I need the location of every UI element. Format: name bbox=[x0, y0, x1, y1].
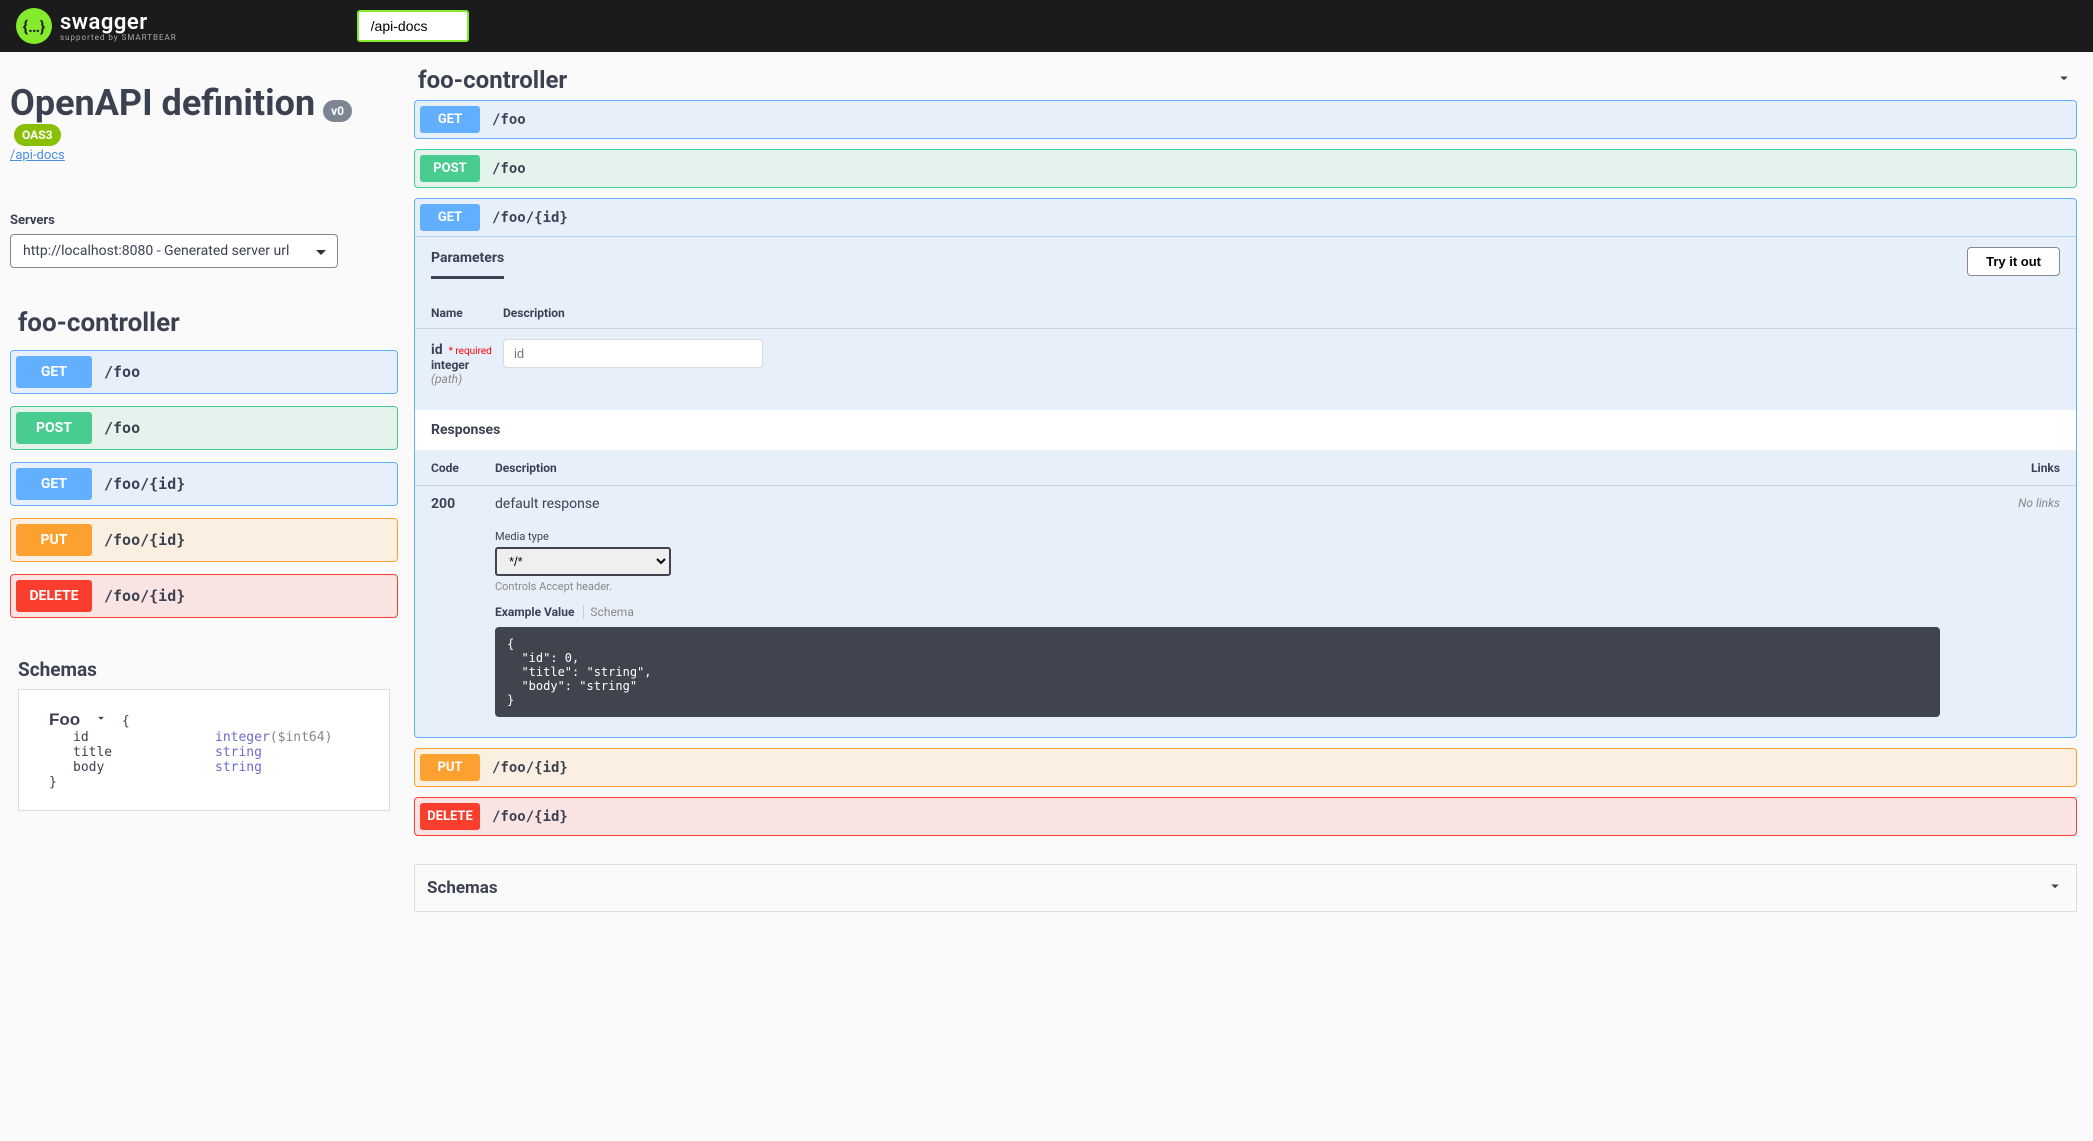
media-type-label: Media type bbox=[495, 530, 2000, 543]
chevron-down-icon[interactable] bbox=[94, 711, 108, 729]
schemas-box: Foo { idinteger($int64)titlestringbodyst… bbox=[18, 689, 390, 811]
schema-key: body bbox=[73, 760, 215, 775]
method-badge: PUT bbox=[420, 754, 480, 781]
opblock-summary[interactable]: GET/foo bbox=[415, 101, 2076, 138]
brand-text: swagger bbox=[60, 10, 177, 35]
resp-description: default response bbox=[495, 496, 2000, 512]
opblock-put-foo--id-[interactable]: PUT/foo/{id} bbox=[10, 518, 398, 562]
opblock-summary[interactable]: DELETE/foo/{id} bbox=[11, 575, 397, 617]
opblock-body: Parameters Try it out Name Description i… bbox=[415, 236, 2076, 737]
schemas-title-right: Schemas bbox=[427, 878, 2046, 898]
op-path: /foo bbox=[492, 112, 526, 128]
tab-parameters[interactable]: Parameters bbox=[431, 250, 504, 279]
method-badge: DELETE bbox=[420, 803, 480, 830]
opblock-summary[interactable]: PUT/foo/{id} bbox=[11, 519, 397, 561]
method-badge: GET bbox=[420, 204, 480, 231]
oas-badge: OAS3 bbox=[14, 124, 61, 146]
chevron-down-icon[interactable] bbox=[2055, 69, 2073, 91]
brace-close: } bbox=[49, 775, 359, 790]
op-path: /foo/{id} bbox=[104, 475, 185, 493]
tab-example-value[interactable]: Example Value bbox=[495, 605, 574, 619]
opblock-summary[interactable]: POST/foo bbox=[415, 150, 2076, 187]
example-code: { "id": 0, "title": "string", "body": "s… bbox=[495, 627, 1940, 717]
servers-select[interactable]: http://localhost:8080 - Generated server… bbox=[10, 234, 338, 268]
opblock-summary[interactable]: GET /foo/{id} bbox=[415, 199, 2076, 236]
right-panel: foo-controller GET/fooPOST/foo GET /foo/… bbox=[408, 52, 2093, 922]
method-badge: GET bbox=[420, 106, 480, 133]
opblock-post-foo[interactable]: POST/foo bbox=[10, 406, 398, 450]
schema-format: ($int64) bbox=[270, 730, 333, 745]
op-path: /foo bbox=[104, 419, 140, 437]
op-path: /foo/{id} bbox=[492, 760, 568, 776]
resp-code: 200 bbox=[431, 496, 495, 512]
method-badge: GET bbox=[16, 356, 92, 388]
opblock-post-foo[interactable]: POST/foo bbox=[414, 149, 2077, 188]
responses-label: Responses bbox=[415, 410, 2076, 451]
param-name: id bbox=[431, 342, 443, 358]
op-path: /foo/{id} bbox=[492, 809, 568, 825]
method-badge: PUT bbox=[16, 524, 92, 556]
schema-key: title bbox=[73, 745, 215, 760]
op-path: /foo/{id} bbox=[104, 531, 185, 549]
op-path: /foo/{id} bbox=[104, 587, 185, 605]
schema-key: id bbox=[73, 730, 215, 745]
schema-type: string bbox=[215, 760, 262, 775]
brace-open: { bbox=[122, 714, 130, 729]
controller-section-title-right[interactable]: foo-controller bbox=[418, 66, 2055, 94]
op-path: /foo bbox=[104, 363, 140, 381]
api-docs-link[interactable]: /api-docs bbox=[10, 148, 398, 163]
opblock-summary[interactable]: DELETE/foo/{id} bbox=[415, 798, 2076, 835]
opblock-summary[interactable]: PUT/foo/{id} bbox=[415, 749, 2076, 786]
opblock-summary[interactable]: GET/foo bbox=[11, 351, 397, 393]
col-links: Links bbox=[2000, 461, 2060, 475]
col-name: Name bbox=[431, 306, 503, 320]
col-description: Description bbox=[503, 306, 565, 320]
schemas-section-right[interactable]: Schemas bbox=[414, 864, 2077, 912]
op-path: /foo bbox=[492, 161, 526, 177]
opblock-delete-foo--id-[interactable]: DELETE/foo/{id} bbox=[10, 574, 398, 618]
param-in: (path) bbox=[431, 372, 503, 386]
version-badge: v0 bbox=[323, 100, 352, 122]
brand-subtext: supported by SMARTBEAR bbox=[60, 33, 177, 42]
opblock-get-foo[interactable]: GET/foo bbox=[414, 100, 2077, 139]
schemas-title[interactable]: Schemas bbox=[18, 658, 394, 681]
media-hint: Controls Accept header. bbox=[495, 580, 2000, 593]
left-panel: OpenAPI definition v0 OAS3 /api-docs Ser… bbox=[0, 52, 408, 922]
media-type-select[interactable]: */* bbox=[495, 547, 671, 576]
param-required: * required bbox=[449, 346, 492, 357]
opblock-delete-foo--id-[interactable]: DELETE/foo/{id} bbox=[414, 797, 2077, 836]
swagger-logo: {…} swagger supported by SMARTBEAR bbox=[16, 8, 177, 44]
schema-prop-id: idinteger($int64) bbox=[73, 730, 359, 745]
method-badge: POST bbox=[16, 412, 92, 444]
schema-prop-title: titlestring bbox=[73, 745, 359, 760]
opblock-get-foo[interactable]: GET/foo bbox=[10, 350, 398, 394]
method-badge: POST bbox=[420, 155, 480, 182]
col-desc: Description bbox=[495, 461, 2000, 475]
col-code: Code bbox=[431, 461, 495, 475]
schema-name[interactable]: Foo bbox=[49, 710, 80, 729]
docs-url-input[interactable] bbox=[357, 10, 469, 42]
opblock-put-foo--id-[interactable]: PUT/foo/{id} bbox=[414, 748, 2077, 787]
method-badge: DELETE bbox=[16, 580, 92, 612]
schema-prop-body: bodystring bbox=[73, 760, 359, 775]
api-title: OpenAPI definition bbox=[10, 82, 315, 124]
controller-section-title[interactable]: foo-controller bbox=[18, 308, 398, 338]
opblock-summary[interactable]: POST/foo bbox=[11, 407, 397, 449]
schema-type: string bbox=[215, 745, 262, 760]
opblock-summary[interactable]: GET/foo/{id} bbox=[11, 463, 397, 505]
param-id-input[interactable] bbox=[503, 339, 763, 368]
swagger-icon: {…} bbox=[16, 8, 52, 44]
opblock-get-foo--id-[interactable]: GET/foo/{id} bbox=[10, 462, 398, 506]
opblock-get-foo-id: GET /foo/{id} Parameters Try it out Name… bbox=[414, 198, 2077, 738]
no-links: No links bbox=[2000, 496, 2060, 510]
chevron-down-icon[interactable] bbox=[2046, 877, 2064, 899]
param-type: integer bbox=[431, 358, 503, 372]
op-path: /foo/{id} bbox=[492, 210, 568, 226]
try-it-out-button[interactable]: Try it out bbox=[1967, 247, 2060, 276]
method-badge: GET bbox=[16, 468, 92, 500]
tab-schema[interactable]: Schema bbox=[583, 605, 633, 619]
schema-type: integer bbox=[215, 730, 270, 745]
servers-label: Servers bbox=[10, 213, 398, 228]
topbar: {…} swagger supported by SMARTBEAR bbox=[0, 0, 2093, 52]
